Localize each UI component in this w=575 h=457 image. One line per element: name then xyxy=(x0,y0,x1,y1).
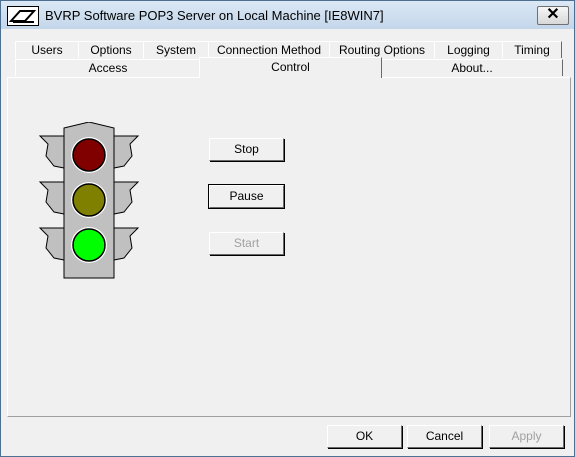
control-tab-panel: Stop Pause Start xyxy=(7,77,571,417)
tab-label: Users xyxy=(31,43,63,57)
tab-label: Control xyxy=(271,60,310,74)
tab-system[interactable]: System xyxy=(143,41,209,58)
tab-connection-method[interactable]: Connection Method xyxy=(208,41,330,58)
tab-label: Options xyxy=(90,43,132,57)
ok-button[interactable]: OK xyxy=(327,425,402,448)
tab-logging[interactable]: Logging xyxy=(434,41,503,58)
tab-label: Logging xyxy=(447,43,490,57)
tab-timing[interactable]: Timing xyxy=(502,41,562,58)
traffic-light-icon xyxy=(38,121,142,285)
tab-label: Routing Options xyxy=(338,43,426,57)
tab-about[interactable]: About... xyxy=(381,59,563,76)
tab-label: Access xyxy=(88,61,128,75)
title-bar[interactable]: BVRP Software POP3 Server on Local Machi… xyxy=(1,1,574,29)
stop-button[interactable]: Stop xyxy=(209,138,284,161)
pause-button[interactable]: Pause xyxy=(208,184,285,209)
close-icon: ✕ xyxy=(546,6,560,23)
tab-label: About... xyxy=(451,61,493,75)
tab-label: System xyxy=(155,43,196,57)
cancel-button[interactable]: Cancel xyxy=(407,425,482,448)
close-button[interactable]: ✕ xyxy=(537,6,569,25)
tab-users[interactable]: Users xyxy=(15,41,79,58)
app-logo-icon xyxy=(7,6,39,26)
tab-label: Timing xyxy=(514,43,550,57)
tab-access[interactable]: Access xyxy=(15,59,201,76)
window-title: BVRP Software POP3 Server on Local Machi… xyxy=(45,8,384,23)
tab-label: Connection Method xyxy=(216,43,322,57)
start-button[interactable]: Start xyxy=(209,232,284,255)
tab-options[interactable]: Options xyxy=(78,41,144,58)
properties-window: BVRP Software POP3 Server on Local Machi… xyxy=(0,0,575,457)
tab-control[interactable]: Control xyxy=(199,57,382,78)
apply-button[interactable]: Apply xyxy=(489,425,564,448)
tab-routing-options[interactable]: Routing Options xyxy=(329,41,435,58)
